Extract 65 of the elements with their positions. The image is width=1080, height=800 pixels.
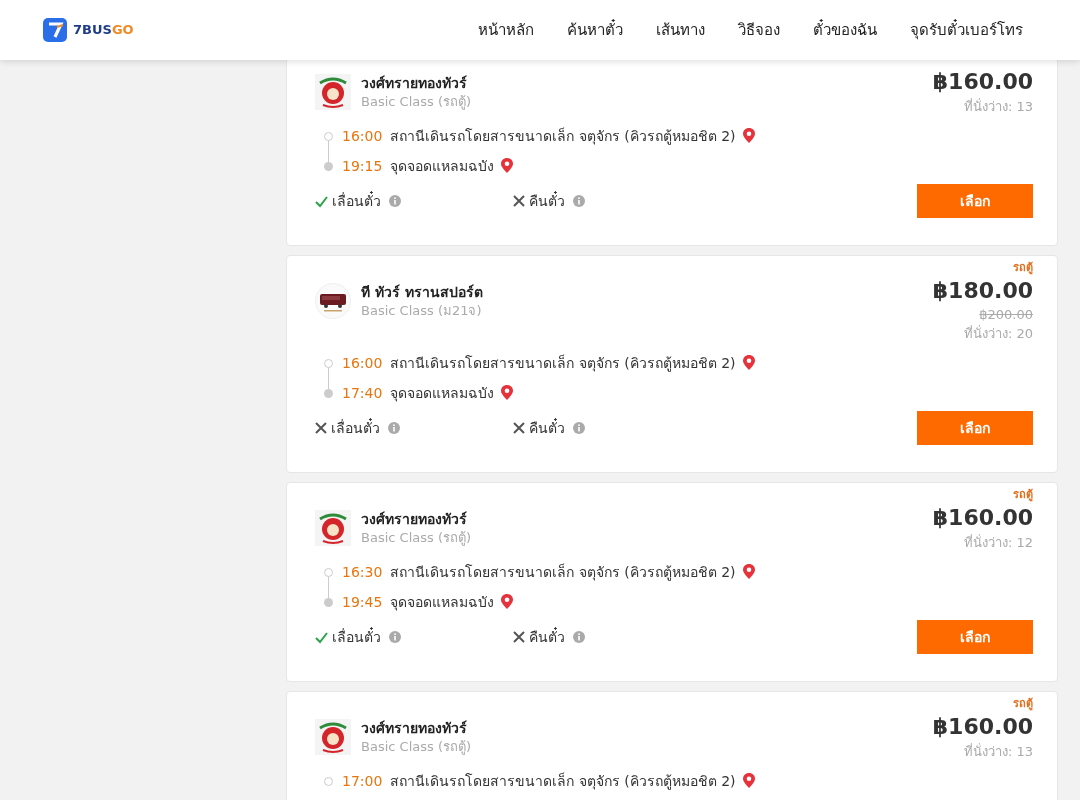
nav-link[interactable]: ตั๋วของฉัน [813,18,877,42]
feature-label: เลื่อนตั๋ว [332,626,381,647]
info-icon[interactable] [389,195,401,207]
feature-label: คืนตั๋ว [529,190,565,211]
map-pin-icon [500,157,515,175]
seats-available: ที่นั่งว่าง: 12 [963,533,1033,552]
feature-label: เลื่อนตั๋ว [331,417,380,438]
operator-name: วงศ์ทรายทองทัวร์ [361,510,468,529]
seats-available: ที่นั่งว่าง: 20 [963,324,1033,343]
lion-logo-icon [315,719,351,755]
logo-icon[interactable] [43,18,67,42]
logo-text[interactable]: 7BUSGO [73,20,134,40]
feature-label: คืนตั๋ว [529,626,565,647]
info-icon[interactable] [573,631,585,643]
info-icon[interactable] [389,631,401,643]
map-pin-icon [500,384,515,402]
stop-name: สถานีเดินรถโดยสารขนาดเล็ก จตุจักร (คิวรถตู้หมอชิต 2) [390,126,736,147]
map-pin-icon [741,127,756,145]
price: ฿160.00 [932,504,1033,532]
stop-name: จุดจอดแหลมฉบัง [390,156,495,177]
original-price: ฿200.00 [979,306,1033,324]
bus-class: Basic Class (รถตู้) [361,93,472,111]
departure-time: 17:00 [342,771,383,791]
price: ฿160.00 [932,713,1033,741]
departure-time: 16:00 [342,126,383,146]
departure-time: 19:15 [342,156,383,176]
vehicle-tag: รถตู้ [1013,487,1033,503]
map-pin-icon [741,772,756,790]
bus-logo-icon [315,283,351,319]
vehicle-tag: รถตู้ [1013,696,1033,712]
bus-class: Basic Class (รถตู้) [361,529,472,547]
nav-link[interactable]: จุดรับตั๋วเบอร์โทร [910,18,1023,42]
info-icon[interactable] [573,422,585,434]
price: ฿180.00 [932,277,1033,305]
departure-time: 17:40 [342,383,383,403]
seats-available: ที่นั่งว่าง: 13 [963,742,1033,761]
departure-time: 16:30 [342,562,383,582]
stop-name: สถานีเดินรถโดยสารขนาดเล็ก จตุจักร (คิวรถตู้หมอชิต 2) [390,353,736,374]
stop-name: สถานีเดินรถโดยสารขนาดเล็ก จตุจักร (คิวรถตู้หมอชิต 2) [390,562,736,583]
vehicle-tag: รถตู้ [1013,260,1033,276]
nav-link[interactable]: ค้นหาตั๋ว [567,18,623,42]
stop-name: จุดจอดแหลมฉบัง [390,592,495,613]
bus-class: Basic Class (รถตู้) [361,738,472,756]
map-pin-icon [741,563,756,581]
price: ฿160.00 [932,68,1033,96]
nav-link[interactable]: เส้นทาง [656,18,705,42]
lion-logo-icon [315,74,351,110]
operator-name: ที ทัวร์ ทรานสปอร์ต [361,283,483,302]
bus-class: Basic Class (ม21จ) [361,302,483,320]
departure-time: 19:45 [342,592,383,612]
map-pin-icon [741,354,756,372]
nav-link[interactable]: วิธีจอง [738,18,780,42]
info-icon[interactable] [388,422,400,434]
lion-logo-icon [315,510,351,546]
operator-name: วงศ์ทรายทองทัวร์ [361,74,468,93]
feature-label: คืนตั๋ว [529,417,565,438]
info-icon[interactable] [573,195,585,207]
nav-link[interactable]: หน้าหลัก [478,18,534,42]
operator-name: วงศ์ทรายทองทัวร์ [361,719,468,738]
map-pin-icon [500,593,515,611]
stop-name: จุดจอดแหลมฉบัง [390,383,495,404]
stop-name: สถานีเดินรถโดยสารขนาดเล็ก จตุจักร (คิวรถตู้หมอชิต 2) [390,771,736,792]
feature-label: เลื่อนตั๋ว [332,190,381,211]
seats-available: ที่นั่งว่าง: 13 [963,97,1033,116]
departure-time: 16:00 [342,353,383,373]
